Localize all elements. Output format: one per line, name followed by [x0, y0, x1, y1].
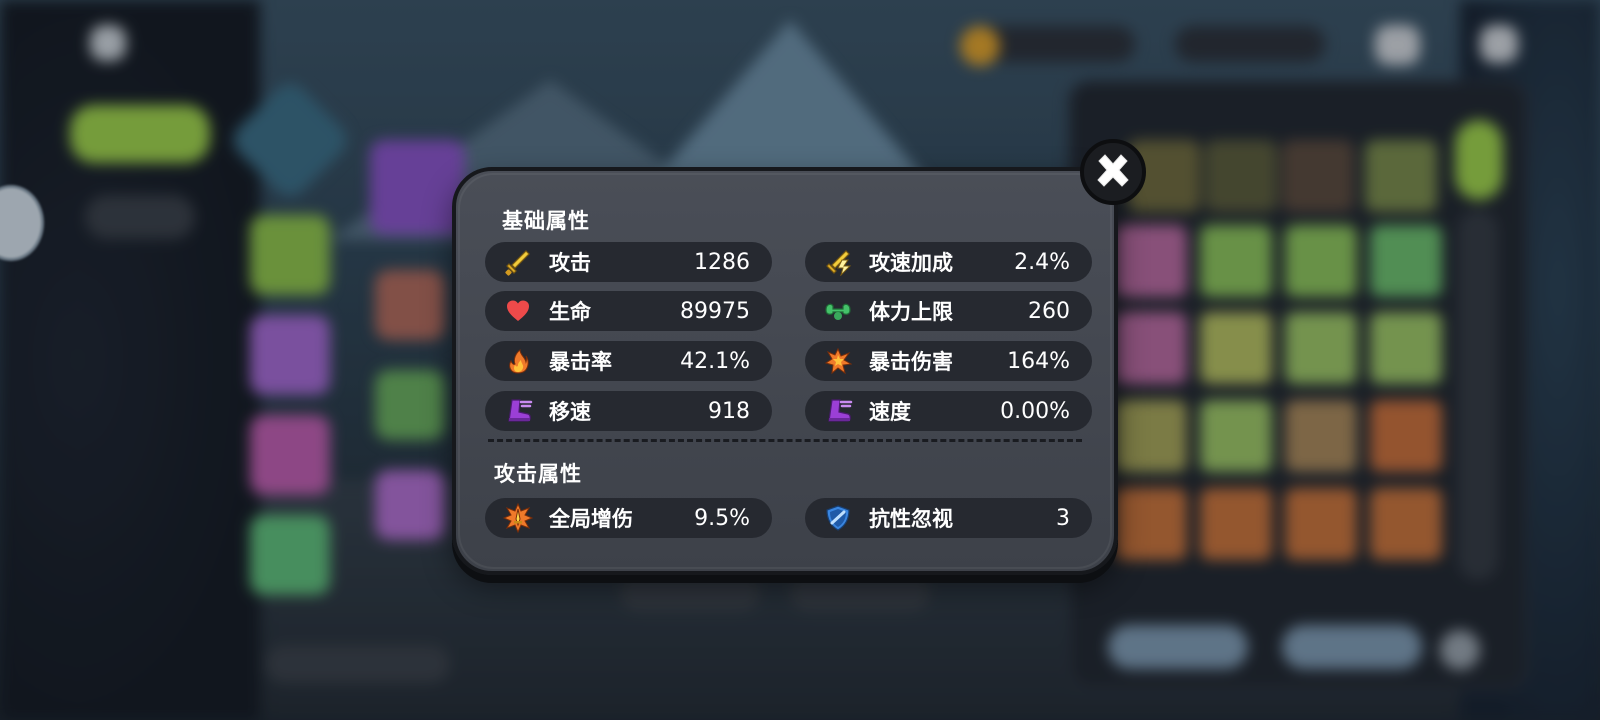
game-scene: 基础属性 攻击 1286 攻速加成 2.4% 生命 89975 体力上限 260… — [0, 0, 1600, 720]
section-divider — [488, 439, 1082, 442]
flame-icon — [503, 346, 533, 376]
stat-row-global-damage: 全局增伤 9.5% — [485, 498, 772, 538]
heart-icon — [503, 296, 533, 326]
stat-label: 攻速加成 — [869, 251, 953, 275]
stat-value: 9.5% — [694, 505, 750, 531]
stat-row-move-speed: 移速 918 — [485, 391, 772, 431]
stat-row-hp: 生命 89975 — [485, 291, 772, 331]
close-button[interactable] — [1080, 139, 1146, 205]
sword-icon — [503, 247, 533, 277]
stat-value: 3 — [1056, 505, 1070, 531]
lightning-sword-icon — [823, 247, 853, 277]
stat-row-speed: 速度 0.00% — [805, 391, 1092, 431]
stat-label: 抗性忽视 — [869, 507, 953, 531]
stat-label: 生命 — [549, 300, 591, 324]
stat-label: 攻击 — [549, 251, 591, 275]
stat-value: 0.00% — [1000, 398, 1070, 424]
stat-label: 体力上限 — [869, 300, 953, 324]
stat-row-resistance-ignore: 抗性忽视 3 — [805, 498, 1092, 538]
close-icon — [1097, 154, 1129, 187]
stat-value: 164% — [1007, 348, 1070, 374]
stat-label: 移速 — [549, 400, 591, 424]
stat-row-crit-damage: 暴击伤害 164% — [805, 341, 1092, 381]
stat-value: 1286 — [694, 249, 750, 275]
stat-value: 260 — [1028, 298, 1070, 324]
stat-label: 速度 — [869, 400, 911, 424]
boot-icon — [503, 396, 533, 426]
sword-burst-icon — [503, 503, 533, 533]
shield-icon — [823, 503, 853, 533]
stat-value: 918 — [708, 398, 750, 424]
stat-value: 89975 — [680, 298, 750, 324]
stat-row-stamina: 体力上限 260 — [805, 291, 1092, 331]
burst-icon — [823, 346, 853, 376]
stat-row-attack: 攻击 1286 — [485, 242, 772, 282]
stat-label: 暴击伤害 — [869, 350, 953, 374]
stat-label: 暴击率 — [549, 350, 612, 374]
stat-label: 全局增伤 — [549, 507, 633, 531]
section-title-basic: 基础属性 — [502, 209, 590, 233]
stat-value: 42.1% — [680, 348, 750, 374]
stat-row-crit-rate: 暴击率 42.1% — [485, 341, 772, 381]
boot-icon — [823, 396, 853, 426]
section-title-attack: 攻击属性 — [494, 462, 582, 486]
stat-row-attack-speed: 攻速加成 2.4% — [805, 242, 1092, 282]
muscle-icon — [823, 296, 853, 326]
stat-value: 2.4% — [1014, 249, 1070, 275]
attributes-modal: 基础属性 攻击 1286 攻速加成 2.4% 生命 89975 体力上限 260… — [452, 167, 1118, 575]
